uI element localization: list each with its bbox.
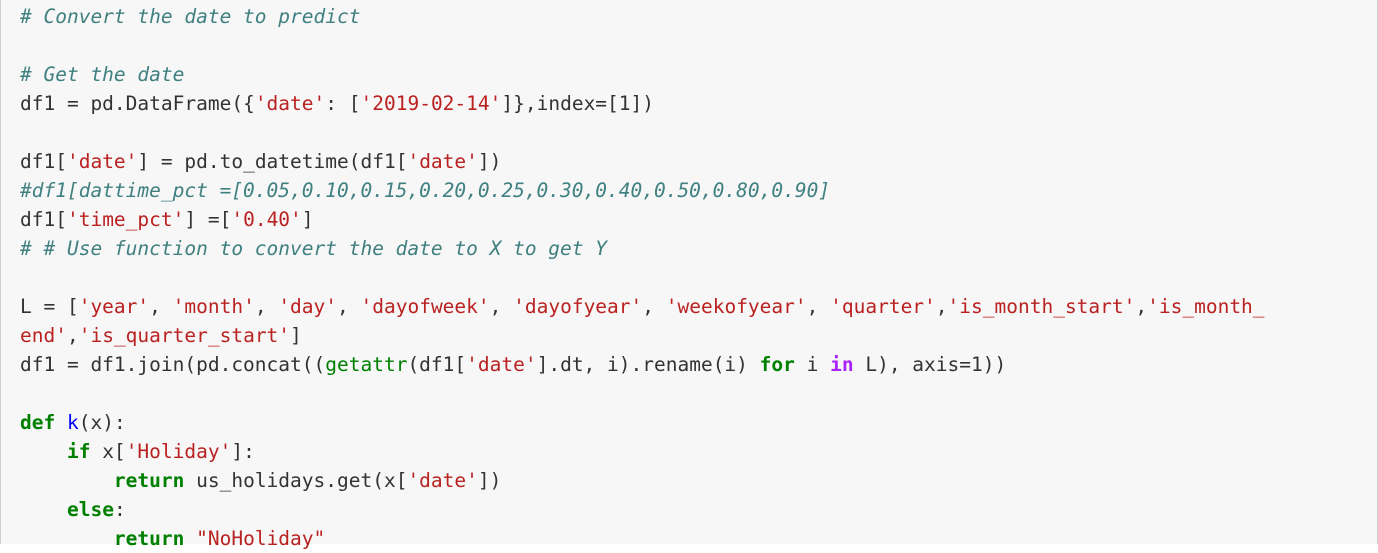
code-token-text: ] =[ <box>184 208 232 231</box>
code-token-text: ] <box>301 208 314 231</box>
code-token-comment: # # Use function to convert the date to … <box>20 237 607 260</box>
code-editor[interactable]: # Convert the date to predict # Get the d… <box>20 2 1265 553</box>
code-token-text: ]},index=[1]) <box>501 92 655 115</box>
code-token-string: end' <box>20 324 67 347</box>
code-token-text: i <box>794 353 831 376</box>
code-token-text: df1[ <box>20 208 67 231</box>
code-token-text: , <box>642 295 666 318</box>
code-token-text: df1[ <box>20 150 67 173</box>
code-token-text: , <box>806 295 831 318</box>
code-token-text: , <box>1135 295 1148 318</box>
code-token-keyword: if <box>66 440 91 463</box>
code-line: return us_holidays.get(x['date']) <box>20 466 1265 495</box>
code-token-keyword: def <box>20 411 56 434</box>
code-token-text: , <box>489 295 514 318</box>
code-token-string: 'date' <box>407 150 478 173</box>
code-token-string: '2019-02-14' <box>360 92 502 115</box>
code-token-text: (x): <box>78 411 126 434</box>
code-token-text: L = [ <box>20 295 79 318</box>
code-token-text: , <box>149 295 173 318</box>
code-line: if x['Holiday']: <box>20 437 1265 466</box>
code-token-text: us_holidays.get(x[ <box>184 469 408 492</box>
code-token-text: , <box>66 324 79 347</box>
code-token-comment: #df1[dattime_pct =[0.05,0.10,0.15,0.20,0… <box>20 179 831 202</box>
code-token-keyword: return <box>113 527 185 550</box>
code-token-string: 'date' <box>407 469 478 492</box>
code-token-string: 'dayofweek' <box>360 295 490 318</box>
code-line: df1['date'] = pd.to_datetime(df1['date']… <box>20 147 1265 176</box>
code-token-text: ]: <box>231 440 255 463</box>
code-line: # Convert the date to predict <box>20 2 1265 31</box>
code-token-string: 'quarter' <box>830 295 936 318</box>
code-line: def k(x): <box>20 408 1265 437</box>
code-token-text: df1 = df1.join(pd.concat(( <box>20 353 326 376</box>
code-token-text: (df1[ <box>407 353 467 376</box>
code-line: df1 = df1.join(pd.concat((getattr(df1['d… <box>20 350 1265 379</box>
code-line: #df1[dattime_pct =[0.05,0.10,0.15,0.20,0… <box>20 176 1265 205</box>
code-token-keyword: for <box>759 353 795 376</box>
code-token-string: 'dayofyear' <box>513 295 643 318</box>
code-token-text: ]) <box>477 469 502 492</box>
code-token-string: 'date' <box>254 92 326 115</box>
code-line: L = ['year', 'month', 'day', 'dayofweek'… <box>20 292 1265 321</box>
code-token-builtin: getattr <box>325 353 408 376</box>
code-token-comment: # Get the date <box>20 63 185 86</box>
code-line: df1['time_pct'] =['0.40'] <box>20 205 1265 234</box>
code-cell[interactable]: # Convert the date to predict # Get the d… <box>0 0 1378 550</box>
code-token-string: "NoHoliday" <box>196 527 326 550</box>
code-token-text: ].dt, i).rename(i) <box>536 353 760 376</box>
code-token-text: , <box>254 295 279 318</box>
code-token-text: , <box>935 295 948 318</box>
code-token-op-kw: in <box>830 353 854 376</box>
code-line: # # Use function to convert the date to … <box>20 234 1265 263</box>
code-token-string: 'time_pct' <box>66 208 185 231</box>
code-token-text: ] <box>290 324 302 347</box>
code-token-string: 'Holiday' <box>125 440 232 463</box>
code-token-comment: # Convert the date to predict <box>20 5 361 28</box>
code-token-string: 'year' <box>78 295 150 318</box>
code-token-text: ] = pd.to_datetime(df1[ <box>137 150 408 173</box>
code-token-string: 'month' <box>172 295 255 318</box>
code-token-string: 'is_quarter_start' <box>78 324 291 347</box>
code-token-string: 'date' <box>66 150 138 173</box>
code-token-string: '0.40' <box>231 208 302 231</box>
code-token-string: 'is_month_ <box>1147 295 1265 318</box>
code-line: else: <box>20 495 1265 524</box>
code-token-string: 'weekofyear' <box>665 295 807 318</box>
code-token-string: 'day' <box>278 295 338 318</box>
code-token-text: ]) <box>477 150 502 173</box>
code-token-text: : [ <box>325 92 361 115</box>
code-token-string: 'date' <box>466 353 537 376</box>
code-token-def: k <box>66 411 79 434</box>
code-line: end','is_quarter_start'] <box>20 321 1265 350</box>
code-token-text: df1 = pd.DataFrame({ <box>20 92 255 115</box>
code-token-text: L), axis=1)) <box>853 353 1007 376</box>
code-line: df1 = pd.DataFrame({'date': ['2019-02-14… <box>20 89 1265 118</box>
code-token-string: 'is_month_start' <box>947 295 1136 318</box>
code-token-keyword: return <box>113 469 185 492</box>
code-token-text: , <box>337 295 361 318</box>
code-token-text: x[ <box>90 440 126 463</box>
code-line: # Get the date <box>20 60 1265 89</box>
code-token-keyword: else <box>66 498 114 521</box>
code-token-text: : <box>113 498 126 521</box>
code-line: return "NoHoliday" <box>20 524 1265 553</box>
